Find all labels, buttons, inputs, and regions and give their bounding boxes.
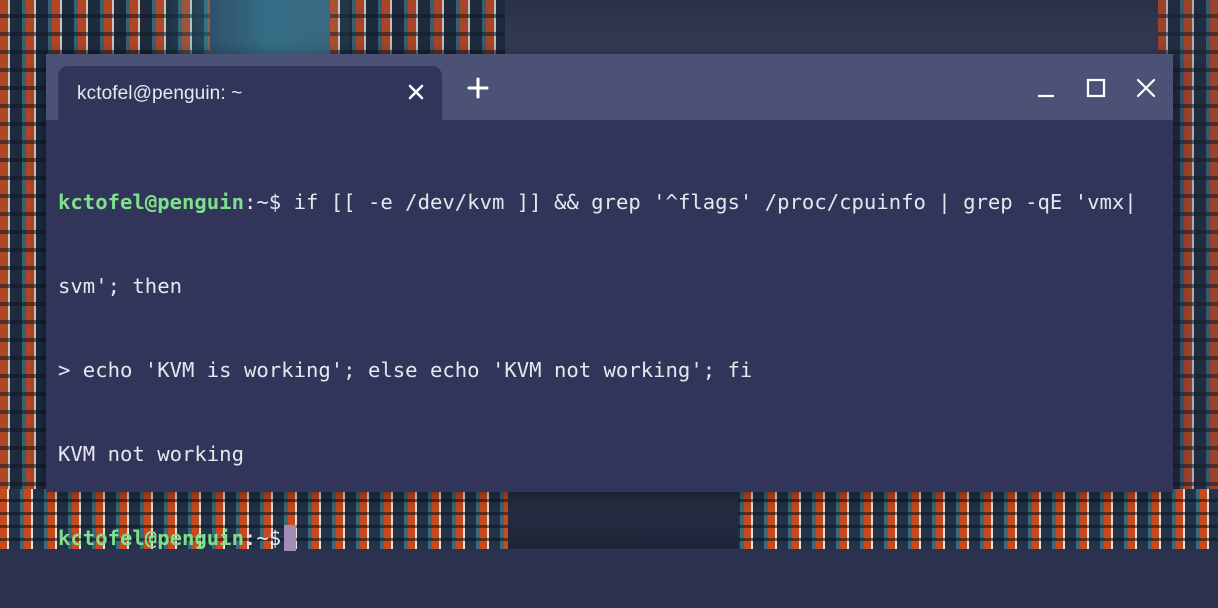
command-text: > echo 'KVM is working'; else echo 'KVM …	[58, 358, 753, 382]
prompt-user: kctofel@penguin	[58, 526, 244, 550]
titlebar[interactable]: kctofel@penguin: ~	[46, 54, 1173, 120]
window-close-icon[interactable]	[1134, 76, 1158, 100]
terminal-line: kctofel@penguin:~$	[58, 524, 1159, 552]
minimize-icon[interactable]	[1034, 76, 1058, 100]
text-cursor	[284, 525, 297, 551]
new-tab-plus-icon[interactable]	[466, 76, 490, 100]
command-text: svm'; then	[58, 274, 182, 298]
terminal-line: > echo 'KVM is working'; else echo 'KVM …	[58, 356, 1159, 384]
wallpaper-sky	[505, 0, 1205, 60]
terminal-window[interactable]: kctofel@penguin: ~ kctofel@penguin:~$ if…	[46, 54, 1173, 551]
terminal-output[interactable]: kctofel@penguin:~$ if [[ -e /dev/kvm ]] …	[58, 132, 1159, 608]
tab-title: kctofel@penguin: ~	[77, 83, 243, 104]
prompt-user: kctofel@penguin	[58, 190, 244, 214]
terminal-line: svm'; then	[58, 272, 1159, 300]
maximize-icon[interactable]	[1084, 76, 1108, 100]
tab-close-icon[interactable]	[404, 80, 428, 104]
terminal-line: KVM not working	[58, 440, 1159, 468]
command-text: if [[ -e /dev/kvm ]] && grep '^flags' /p…	[281, 190, 1137, 214]
terminal-line: kctofel@penguin:~$ if [[ -e /dev/kvm ]] …	[58, 188, 1159, 216]
prompt-path: :~$	[243, 526, 282, 550]
tab-terminal[interactable]: kctofel@penguin: ~	[58, 66, 442, 120]
output-text: KVM not working	[58, 442, 244, 466]
prompt-path: :~$	[243, 190, 282, 214]
